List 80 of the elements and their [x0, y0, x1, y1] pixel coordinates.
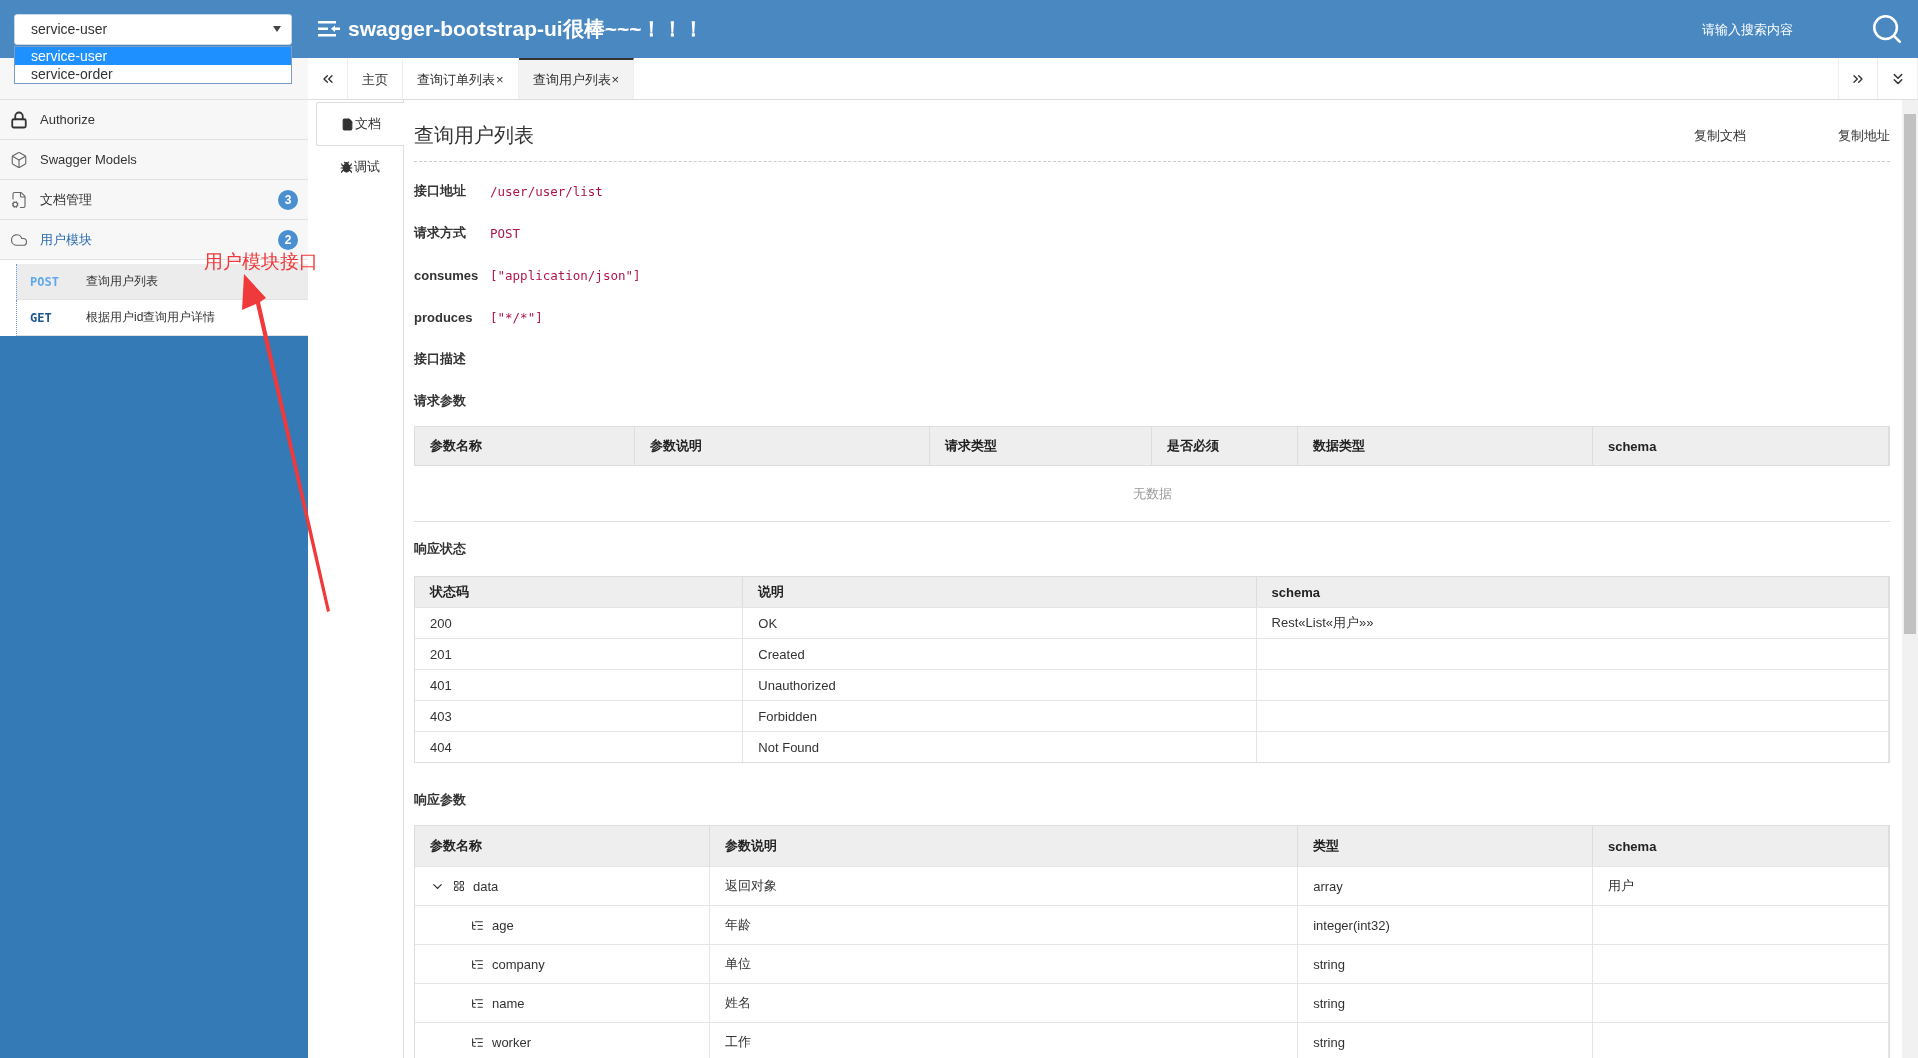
- table-cell: array: [1298, 866, 1593, 905]
- field-label: 请求方式: [414, 224, 467, 242]
- table-cell: 返回对象: [709, 866, 1299, 905]
- copy-link[interactable]: 复制地址: [1838, 126, 1890, 145]
- app-title: swagger-bootstrap-ui很棒~~~！！！: [348, 16, 705, 42]
- table-cell: 年龄: [709, 905, 1299, 944]
- table-cell: 200: [415, 607, 744, 638]
- menu-icon: [318, 20, 340, 38]
- column-header: 是否必须: [1152, 427, 1299, 465]
- sidebar-item[interactable]: 文档管理 3: [0, 180, 308, 220]
- column-header: 参数说明: [635, 427, 931, 465]
- column-header: 参数说明: [709, 826, 1299, 866]
- table-cell: integer(int32): [1298, 905, 1593, 944]
- table-cell: 工作: [709, 1022, 1299, 1058]
- column-header: 参数名称: [415, 427, 636, 465]
- field-value: /user/user/list: [490, 183, 603, 199]
- field-value: ["application/json"]: [490, 267, 641, 283]
- sidebar-item[interactable]: Authorize: [0, 100, 308, 140]
- scroll-right-icon[interactable]: [1838, 58, 1878, 99]
- list-icon: [471, 918, 484, 932]
- bug-icon: [340, 160, 353, 174]
- field-label: 接口描述: [414, 350, 467, 368]
- table-cell: 用户: [1592, 866, 1889, 905]
- list-icon: [471, 1035, 484, 1049]
- column-header: 类型: [1298, 826, 1593, 866]
- column-header: 请求类型: [930, 427, 1152, 465]
- cube-icon: [10, 150, 28, 169]
- endpoint-item[interactable]: GET 根据用户id查询用户详情: [16, 300, 308, 336]
- table-cell: Not Found: [743, 731, 1257, 762]
- table-cell: 403: [415, 700, 744, 731]
- search-icon[interactable]: [1870, 12, 1904, 46]
- section-title: 响应状态: [414, 540, 467, 558]
- lock-icon: [10, 110, 28, 129]
- column-header: 数据类型: [1298, 427, 1593, 465]
- column-header: schema: [1256, 577, 1889, 607]
- table-cell: 404: [415, 731, 744, 762]
- table-cell: data: [415, 866, 710, 905]
- column-header: 参数名称: [415, 826, 710, 866]
- column-header: 状态码: [415, 577, 744, 607]
- table-cell: age: [415, 905, 710, 944]
- sidebar-item[interactable]: Swagger Models: [0, 140, 308, 180]
- section-title: 响应参数: [414, 791, 467, 809]
- table-cell: 401: [415, 669, 744, 700]
- service-select[interactable]: service-user: [14, 13, 292, 45]
- grid-icon: [453, 880, 465, 892]
- count-badge: 3: [278, 189, 298, 210]
- table-cell: Created: [743, 638, 1257, 669]
- table-cell: 姓名: [709, 983, 1299, 1022]
- table-cell: worker: [415, 1022, 710, 1058]
- list-icon: [471, 996, 484, 1010]
- table-cell: 单位: [709, 944, 1299, 983]
- column-header: schema: [1592, 826, 1889, 866]
- field-value: POST: [490, 225, 521, 241]
- table-cell: company: [415, 944, 710, 983]
- field-label: 接口地址: [414, 182, 467, 200]
- section-title: 请求参数: [414, 392, 467, 410]
- tab[interactable]: 查询用户列表×: [518, 58, 635, 99]
- table-cell: Forbidden: [743, 700, 1257, 731]
- field-label: produces: [414, 309, 474, 325]
- doc-title: 查询用户列表: [414, 123, 535, 148]
- table-cell: name: [415, 983, 710, 1022]
- field-label: consumes: [414, 267, 480, 283]
- empty-text: 无数据: [1132, 484, 1172, 503]
- column-header: 说明: [743, 577, 1257, 607]
- copy-link[interactable]: 复制文档: [1694, 126, 1746, 145]
- search-field[interactable]: 请输入搜索内容: [1700, 20, 1830, 38]
- table-cell: string: [1298, 1022, 1593, 1058]
- document-icon: [340, 117, 354, 131]
- field-value: ["*/*"]: [490, 309, 543, 325]
- document-gear-icon: [10, 190, 28, 209]
- table-cell: Unauthorized: [743, 669, 1257, 700]
- table-cell: Rest«List«用户»»: [1256, 607, 1889, 638]
- table-cell: OK: [743, 607, 1257, 638]
- count-badge: 2: [278, 229, 298, 250]
- table-cell: 201: [415, 638, 744, 669]
- doc-tab[interactable]: 文档: [316, 102, 404, 146]
- table-cell: string: [1298, 944, 1593, 983]
- table-cell: string: [1298, 983, 1593, 1022]
- column-header: schema: [1592, 427, 1889, 465]
- list-icon: [471, 957, 484, 971]
